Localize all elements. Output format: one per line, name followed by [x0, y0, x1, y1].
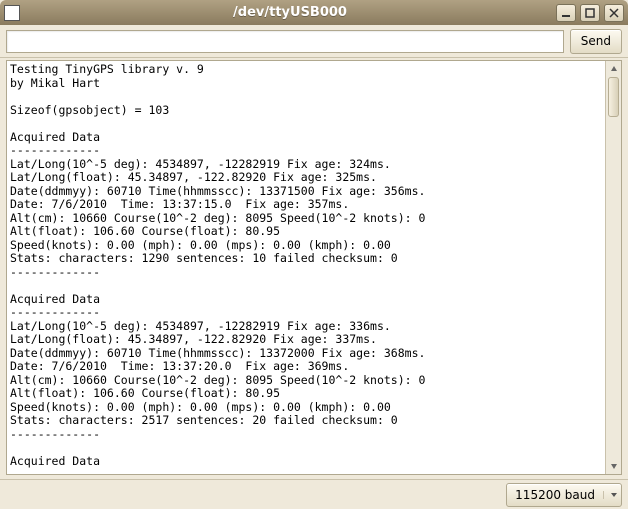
chevron-down-icon: [603, 491, 618, 499]
window-title: /dev/ttyUSB000: [28, 5, 552, 20]
minimize-button[interactable]: [556, 4, 576, 22]
scroll-up-arrow[interactable]: [606, 61, 621, 77]
toolbar: Send: [0, 25, 628, 58]
scroll-down-arrow[interactable]: [606, 458, 621, 474]
send-button[interactable]: Send: [570, 29, 622, 54]
scrollbar-track[interactable]: [606, 77, 621, 458]
send-input[interactable]: [6, 30, 564, 53]
scrollbar-thumb[interactable]: [608, 77, 619, 117]
vertical-scrollbar[interactable]: [605, 61, 621, 474]
titlebar: /dev/ttyUSB000: [0, 0, 628, 25]
baud-rate-dropdown[interactable]: 115200 baud: [506, 483, 622, 507]
serial-output[interactable]: Testing TinyGPS library v. 9 by Mikal Ha…: [7, 61, 605, 474]
statusbar: 115200 baud: [0, 479, 628, 509]
app-icon: [4, 5, 20, 21]
baud-rate-value: 115200 baud: [515, 488, 595, 502]
maximize-button[interactable]: [580, 4, 600, 22]
console-area: Testing TinyGPS library v. 9 by Mikal Ha…: [0, 58, 628, 479]
close-button[interactable]: [604, 4, 624, 22]
